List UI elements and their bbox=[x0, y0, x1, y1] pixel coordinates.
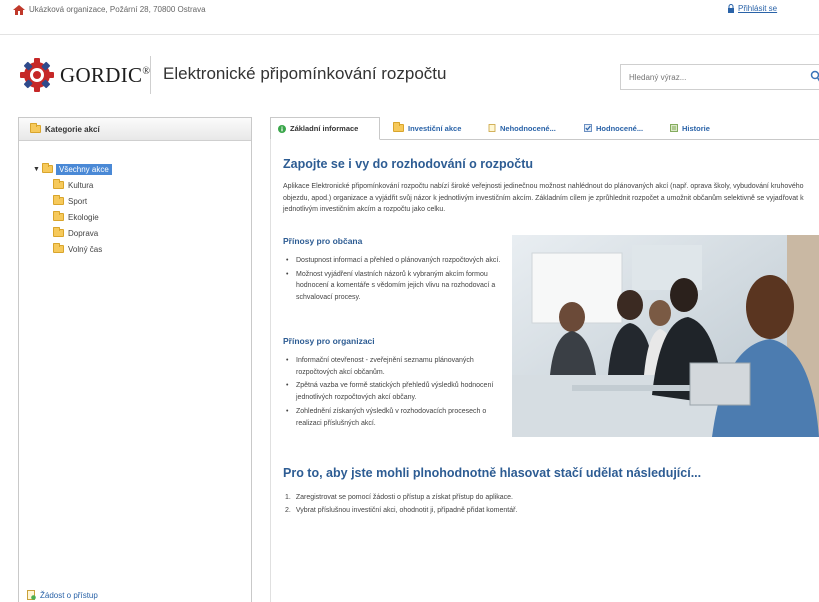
tree-item-sport[interactable]: Sport bbox=[53, 193, 112, 209]
list-item: Možnost vyjádření vlastních názorů k vyb… bbox=[283, 269, 508, 304]
tree-item-label: Volný čas bbox=[68, 244, 103, 254]
step-text: Vybrat příslušnou investiční akci, ohodn… bbox=[295, 507, 518, 514]
category-tree: ▼ Všechny akce Kultura Sport Ekologie Do… bbox=[33, 161, 112, 257]
folder-icon bbox=[53, 179, 64, 189]
document-icon bbox=[488, 124, 496, 132]
history-icon bbox=[670, 124, 678, 132]
tree-root-label[interactable]: Všechny akce bbox=[56, 163, 112, 175]
step-text: Zaregistrovat se pomocí žádosti o přístu… bbox=[295, 494, 513, 501]
tab-basic-info[interactable]: Základní informace bbox=[270, 117, 380, 140]
folder-icon bbox=[53, 195, 64, 205]
organization-benefits-list: Informační otevřenost - zveřejnění sezna… bbox=[283, 355, 508, 431]
folder-icon bbox=[53, 211, 64, 221]
sidebar-header: Kategorie akcí bbox=[19, 118, 251, 141]
page-heading: Zapojte se i vy do rozhodování o rozpočt… bbox=[283, 157, 534, 171]
checkbox-icon bbox=[584, 124, 592, 132]
tree-item-label: Ekologie bbox=[68, 212, 99, 222]
folder-icon bbox=[53, 243, 64, 253]
tree-root[interactable]: ▼ Všechny akce bbox=[33, 161, 112, 177]
organization-heading: Přínosy pro organizaci bbox=[283, 336, 375, 346]
org-address: Ukázková organizace, Požární 28, 70800 O… bbox=[29, 5, 206, 14]
sidebar-title: Kategorie akcí bbox=[45, 124, 100, 134]
intro-text: Aplikace Elektronické připomínkování roz… bbox=[283, 183, 804, 213]
steps-heading: Pro to, aby jste mohli plnohodnotně hlas… bbox=[283, 466, 702, 480]
header-divider bbox=[150, 56, 151, 94]
tree-item-label: Doprava bbox=[68, 228, 99, 238]
home-icon[interactable] bbox=[13, 5, 25, 15]
tab-investment-actions[interactable]: Investiční akce bbox=[386, 117, 468, 139]
app-title: Elektronické připomínkování rozpočtu bbox=[163, 64, 447, 83]
info-icon bbox=[278, 124, 286, 133]
list-item: Zohlednění získaných výsledků v rozhodov… bbox=[283, 406, 508, 429]
tree-item-ekologie[interactable]: Ekologie bbox=[53, 209, 112, 225]
document-add-icon bbox=[27, 590, 36, 600]
tree-item-volny-cas[interactable]: Volný čas bbox=[53, 241, 112, 257]
category-sidebar: Kategorie akcí ▼ Všechny akce Kultura Sp… bbox=[18, 117, 252, 602]
list-item: 2. Vybrat příslušnou investiční akci, oho… bbox=[285, 504, 517, 517]
tab-history[interactable]: Historie bbox=[663, 117, 717, 139]
tab-unrated[interactable]: Nehodnocené... bbox=[481, 117, 563, 139]
access-request-label: Žádost o přístup bbox=[40, 590, 98, 600]
collapse-toggle-icon[interactable]: ▼ bbox=[33, 166, 40, 173]
tab-bar: Základní informace Investiční akce Nehod… bbox=[270, 117, 819, 140]
citizens-benefits-list: Dostupnost informací a přehled o plánova… bbox=[283, 255, 508, 306]
login-label: Přihlásit se bbox=[738, 4, 778, 13]
top-bar: Ukázková organizace, Požární 28, 70800 O… bbox=[0, 0, 819, 35]
steps-list: 1. Zaregistrovat se pomocí žádosti o přís… bbox=[285, 491, 517, 517]
step-number: 2. bbox=[285, 507, 291, 514]
meeting-photo bbox=[512, 235, 819, 437]
logo-mark-icon bbox=[20, 58, 54, 92]
folder-open-icon bbox=[42, 163, 53, 173]
step-number: 1. bbox=[285, 494, 291, 501]
citizens-heading: Přínosy pro občana bbox=[283, 236, 363, 246]
folder-icon bbox=[53, 227, 64, 237]
folder-icon bbox=[393, 122, 404, 132]
tab-rated[interactable]: Hodnocené... bbox=[577, 117, 650, 139]
login-link[interactable]: Přihlásit se bbox=[727, 4, 777, 13]
list-item: Zpětná vazba ve formě statických přehled… bbox=[283, 380, 508, 403]
gordic-logo[interactable]: GORDIC® bbox=[20, 58, 150, 92]
tree-item-label: Kultura bbox=[68, 180, 94, 190]
search-input[interactable] bbox=[620, 64, 819, 90]
tree-item-doprava[interactable]: Doprava bbox=[53, 225, 112, 241]
lock-icon bbox=[728, 4, 734, 13]
list-item: Dostupnost informací a přehled o plánova… bbox=[283, 255, 508, 267]
access-request-link[interactable]: Žádost o přístup bbox=[27, 590, 98, 600]
tree-item-label: Sport bbox=[68, 196, 88, 206]
tree-item-kultura[interactable]: Kultura bbox=[53, 177, 112, 193]
folder-icon bbox=[30, 123, 41, 133]
list-item: Informační otevřenost - zveřejnění sezna… bbox=[283, 355, 508, 378]
list-item: 1. Zaregistrovat se pomocí žádosti o přís… bbox=[285, 491, 517, 504]
search-icon[interactable] bbox=[810, 70, 819, 82]
logo-text: GORDIC® bbox=[60, 62, 151, 87]
